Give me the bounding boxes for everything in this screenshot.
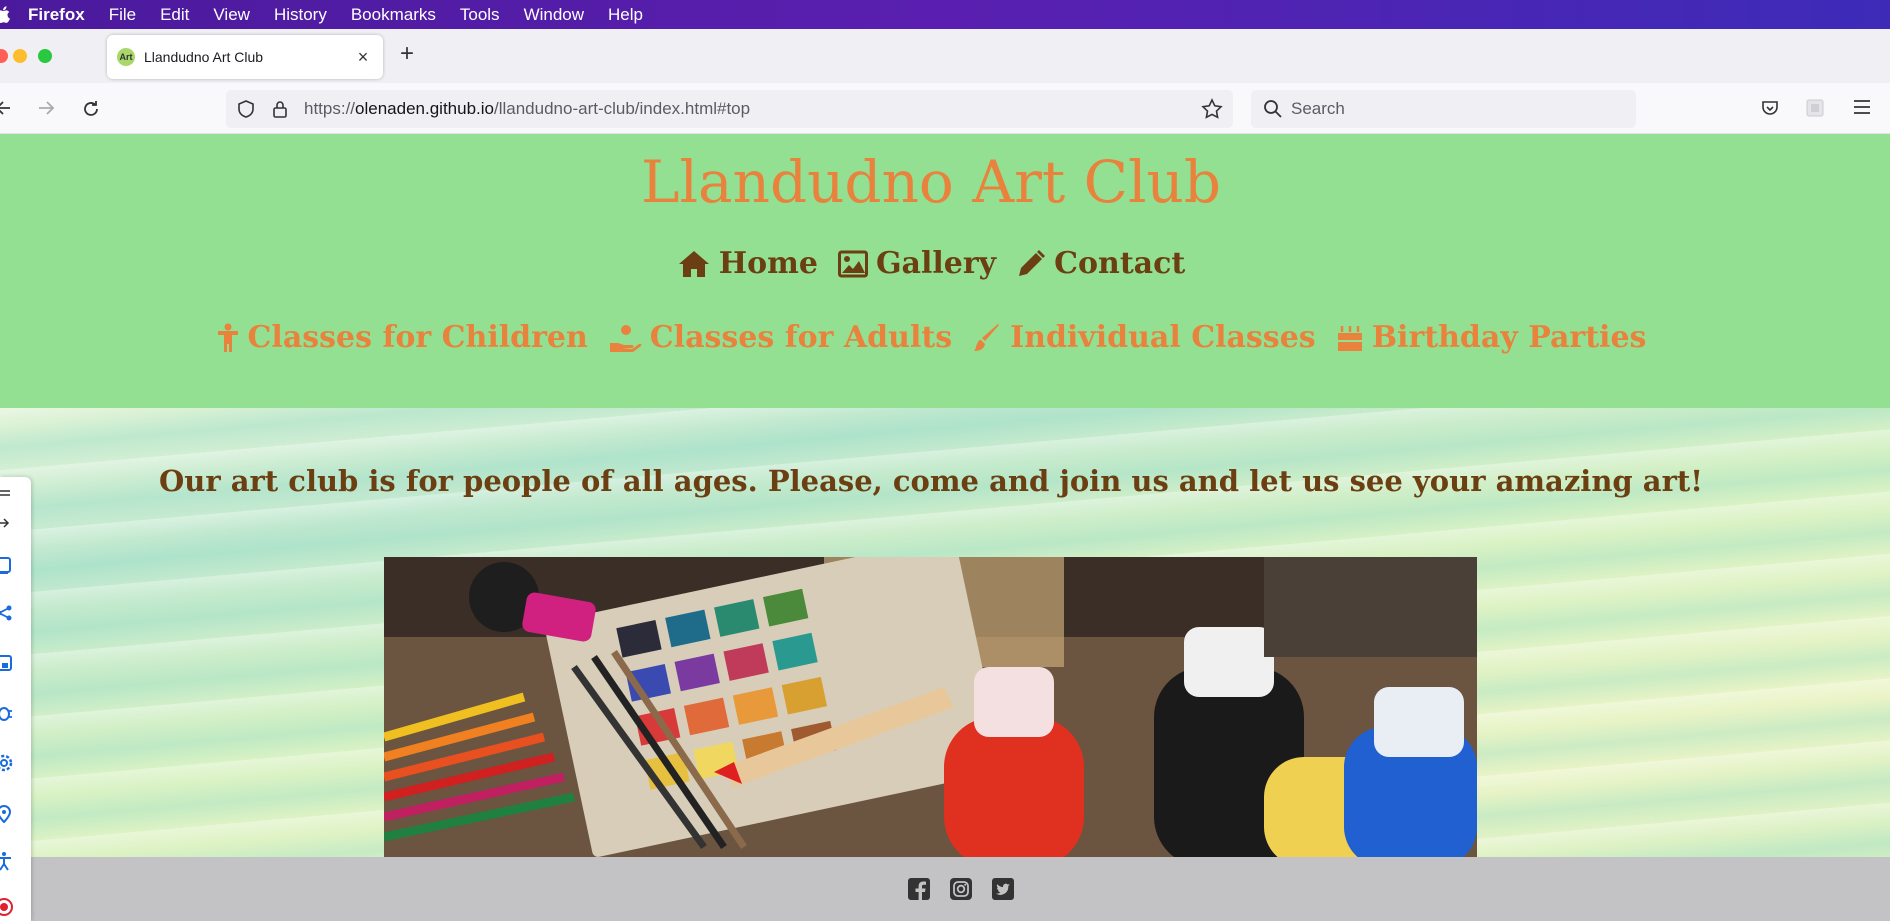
twitter-icon[interactable]: [991, 877, 1015, 901]
nav-individual-classes-link[interactable]: Individual Classes: [972, 320, 1316, 355]
tab-close-icon[interactable]: ×: [349, 47, 377, 68]
apple-icon[interactable]: [0, 6, 10, 23]
lock-icon[interactable]: [271, 99, 289, 119]
main-navigation: Home Gallery Contact: [0, 246, 1862, 281]
hand-holding-icon: [609, 324, 642, 352]
reload-icon[interactable]: [81, 99, 101, 119]
nav-home-label: Home: [718, 246, 818, 281]
menu-file[interactable]: File: [109, 5, 136, 25]
nav-gallery-link[interactable]: Gallery: [837, 246, 997, 281]
child-icon: [217, 323, 238, 352]
settings-gear-icon[interactable]: [0, 753, 14, 773]
bug-icon[interactable]: [0, 703, 14, 723]
window-zoom-button[interactable]: [38, 49, 52, 63]
side-panel: [0, 477, 31, 921]
url-text[interactable]: https://olenaden.github.io/llandudno-art…: [304, 99, 750, 119]
paintbrush-icon: [974, 323, 1000, 351]
nav-children-classes-label: Classes for Children: [247, 320, 588, 355]
menu-window[interactable]: Window: [524, 5, 584, 25]
site-header: Llandudno Art Club Home Gallery Contact …: [0, 134, 1890, 408]
extension-icon[interactable]: [1805, 98, 1825, 118]
art-supplies-photo: [384, 557, 1477, 857]
nav-gallery-label: Gallery: [875, 246, 997, 281]
devices-icon[interactable]: [0, 555, 14, 575]
back-arrow-icon[interactable]: [0, 99, 12, 117]
location-pin-icon[interactable]: [0, 803, 14, 823]
url-path: /llandudno-art-club/index.html#top: [494, 99, 751, 118]
menu-bookmarks[interactable]: Bookmarks: [351, 5, 436, 25]
search-icon: [1264, 100, 1282, 118]
nav-adult-classes-label: Classes for Adults: [649, 320, 953, 355]
url-domain: olenaden.github.io: [355, 99, 494, 118]
nav-home-link[interactable]: Home: [677, 246, 818, 281]
classes-navigation: Classes for Children Classes for Adults …: [0, 320, 1862, 355]
site-title[interactable]: Llandudno Art Club: [0, 148, 1862, 216]
nav-individual-classes-label: Individual Classes: [1010, 320, 1316, 355]
bookmark-star-icon[interactable]: [1201, 98, 1223, 120]
window-close-button[interactable]: [0, 49, 8, 63]
search-placeholder: Search: [1291, 99, 1345, 118]
tagline: Our art club is for people of all ages. …: [159, 464, 1703, 498]
macos-menu-bar: Firefox File Edit View History Bookmarks…: [0, 0, 1890, 29]
hamburger-menu-icon[interactable]: [1853, 99, 1871, 115]
tab-strip: Art Llandudno Art Club × +: [0, 29, 1890, 83]
nav-birthday-parties-link[interactable]: Birthday Parties: [1336, 320, 1647, 355]
menu-help[interactable]: Help: [608, 5, 643, 25]
record-icon[interactable]: [0, 897, 14, 917]
menu-view[interactable]: View: [213, 5, 250, 25]
menu-history[interactable]: History: [274, 5, 327, 25]
search-bar[interactable]: Search: [1251, 90, 1636, 128]
menu-edit[interactable]: Edit: [160, 5, 189, 25]
nav-children-classes-link[interactable]: Classes for Children: [216, 320, 588, 355]
nav-contact-label: Contact: [1054, 246, 1186, 281]
pencil-icon: [1019, 249, 1046, 276]
url-scheme: https://: [304, 99, 356, 118]
hero-image-art-supplies: [384, 557, 1477, 857]
image-icon: [837, 250, 868, 277]
tab-llandudno-art-club[interactable]: Art Llandudno Art Club ×: [107, 35, 383, 79]
site-favicon-icon: Art: [117, 48, 135, 66]
accessibility-icon[interactable]: [0, 851, 14, 871]
site-footer: [31, 857, 1890, 921]
arrow-right-icon[interactable]: [0, 513, 14, 533]
web-page: Llandudno Art Club Home Gallery Contact …: [0, 134, 1890, 921]
navigation-toolbar: https://olenaden.github.io/llandudno-art…: [0, 83, 1890, 134]
new-tab-button[interactable]: +: [400, 40, 414, 68]
nav-contact-link[interactable]: Contact: [1016, 246, 1185, 281]
tab-title: Llandudno Art Club: [144, 49, 264, 65]
menu-firefox[interactable]: Firefox: [28, 5, 85, 25]
tracking-shield-icon[interactable]: [236, 99, 256, 119]
screenshot-icon[interactable]: [0, 653, 14, 673]
nav-adult-classes-link[interactable]: Classes for Adults: [608, 320, 952, 355]
pocket-icon[interactable]: [1760, 98, 1780, 118]
menu-tools[interactable]: Tools: [460, 5, 500, 25]
window-minimize-button[interactable]: [13, 49, 27, 63]
home-icon: [678, 250, 709, 277]
url-bar[interactable]: https://olenaden.github.io/llandudno-art…: [226, 90, 1233, 128]
forward-arrow-icon[interactable]: [37, 99, 55, 117]
instagram-icon[interactable]: [949, 877, 973, 901]
birthday-cake-icon: [1337, 325, 1362, 351]
share-icon[interactable]: [0, 603, 14, 623]
nav-birthday-parties-label: Birthday Parties: [1371, 320, 1647, 355]
facebook-icon[interactable]: [907, 877, 931, 901]
drag-handle-icon[interactable]: [0, 483, 14, 503]
